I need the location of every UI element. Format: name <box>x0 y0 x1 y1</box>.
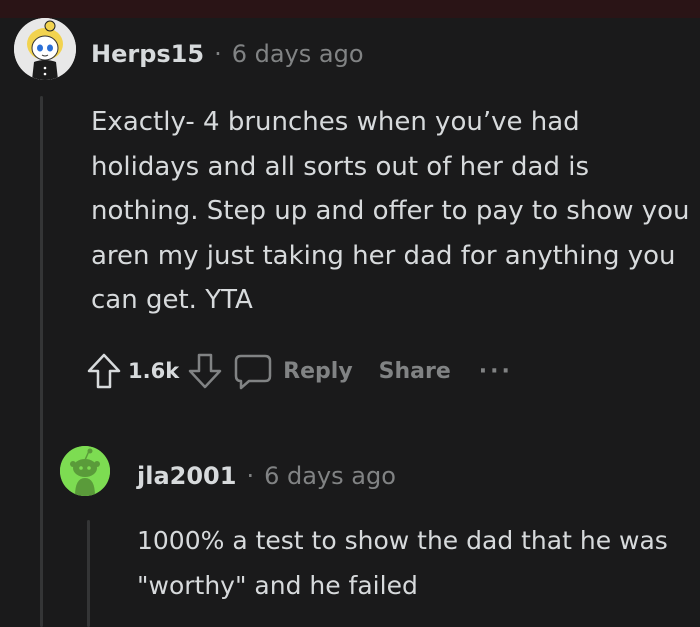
reply-body: 1000% a test to show the dad that he was… <box>137 526 668 600</box>
user-avatar-icon <box>14 18 76 80</box>
vote-count: 1.6k <box>128 359 180 383</box>
snoo-avatar-icon <box>60 446 110 496</box>
reply-label: Reply <box>283 358 353 384</box>
reply-button[interactable]: Reply <box>233 352 353 390</box>
thread-line[interactable] <box>40 96 43 627</box>
upvote-button[interactable] <box>86 352 122 390</box>
reply-avatar[interactable] <box>60 446 110 496</box>
username[interactable]: Herps15 <box>91 40 204 68</box>
comment-icon <box>234 354 272 390</box>
downvote-button[interactable] <box>187 352 223 390</box>
timestamp[interactable]: 6 days ago <box>232 40 364 68</box>
more-button[interactable]: ··· <box>479 359 513 384</box>
reply-timestamp[interactable]: 6 days ago <box>264 462 396 490</box>
reply-meta: jla2001 · 6 days ago <box>137 462 396 490</box>
reply-username[interactable]: jla2001 <box>137 462 236 490</box>
separator: · <box>214 40 222 68</box>
comment-actions: 1.6k Reply Share ··· <box>86 348 513 394</box>
share-button[interactable]: Share <box>379 359 451 384</box>
downvote-icon <box>188 353 222 389</box>
more-icon: ··· <box>478 358 513 384</box>
comment-meta: Herps15 · 6 days ago <box>91 40 364 68</box>
share-label: Share <box>378 358 451 384</box>
avatar[interactable] <box>14 18 76 80</box>
upvote-icon <box>87 353 121 389</box>
top-strip <box>0 0 700 18</box>
comment-body: Exactly- 4 brunches when you’ve had holi… <box>91 107 690 315</box>
reply-thread-line[interactable] <box>87 520 90 627</box>
reply-separator: · <box>246 462 255 490</box>
